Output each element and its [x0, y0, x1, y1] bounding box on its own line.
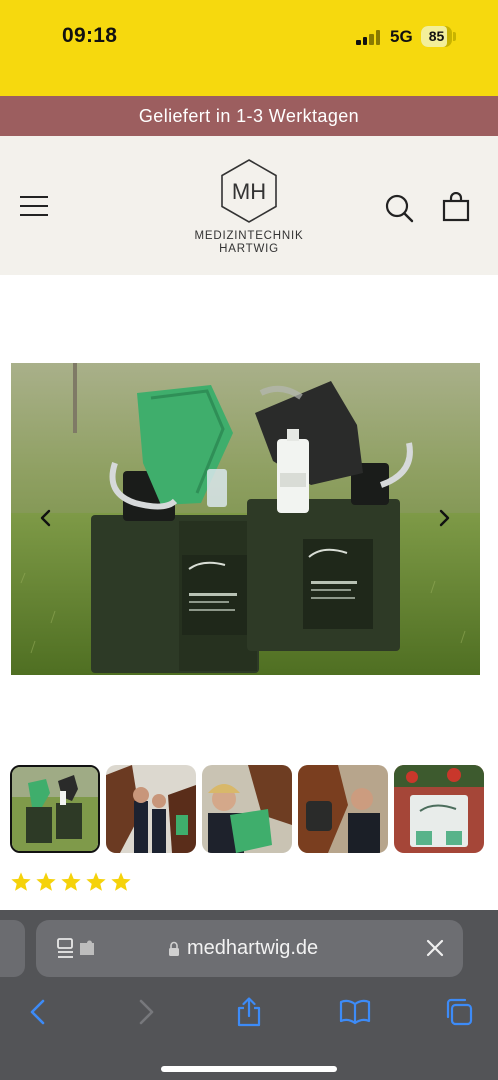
chevron-right-icon: [139, 999, 154, 1025]
thumbnail-image: [106, 765, 196, 853]
product-photo-equosonic: [11, 363, 480, 675]
lock-icon-glyph: [169, 941, 179, 956]
share-button[interactable]: [234, 997, 264, 1027]
bag-icon: [442, 191, 470, 222]
star-icon: [36, 872, 56, 891]
logo-monogram: MH: [232, 179, 266, 204]
forward-button[interactable]: [130, 997, 160, 1027]
lock-icon: [168, 941, 180, 957]
menu-icon-line: [20, 214, 48, 216]
browser-toolbar: medhartwig.de: [0, 910, 498, 1080]
thumbnail-1[interactable]: [10, 765, 100, 853]
share-icon: [237, 997, 261, 1027]
menu-icon: [20, 196, 48, 198]
url-text: medhartwig.de: [187, 937, 319, 959]
reader-mode-icon: [57, 938, 94, 958]
home-indicator: [161, 1066, 337, 1072]
bookmarks-button[interactable]: [339, 997, 371, 1027]
status-time: 09:18: [62, 24, 118, 47]
stop-loading-button[interactable]: [425, 938, 445, 958]
search-button[interactable]: [384, 193, 414, 223]
thumbnail-5[interactable]: [394, 765, 484, 853]
gallery-prev-button[interactable]: [36, 503, 56, 533]
network-label: 5G: [390, 27, 413, 46]
product-rating: [10, 871, 135, 895]
star-icon: [61, 872, 81, 891]
thumbnail-image: [298, 765, 388, 853]
chevron-right-icon: [439, 509, 450, 527]
address-bar[interactable]: medhartwig.de: [36, 920, 463, 977]
status-bar: 09:18 5G 85: [0, 0, 498, 96]
thumbnail-4[interactable]: [298, 765, 388, 853]
logo-text-line1: MEDIZINTECHNIK: [194, 230, 304, 242]
previous-tab-card[interactable]: [0, 920, 25, 977]
chevron-left-icon: [30, 999, 45, 1025]
thumbnail-2[interactable]: [106, 765, 196, 853]
battery-level: 85: [428, 28, 445, 44]
product-main-image[interactable]: [11, 363, 480, 675]
star-icon: [111, 872, 131, 891]
announcement-bar: Geliefert in 1-3 Werktagen: [0, 96, 498, 136]
star-icon: [11, 872, 31, 891]
star-icon: [86, 872, 106, 891]
tabs-button[interactable]: [444, 997, 474, 1027]
page: 09:18 5G 85 Geliefert in 1-3 Werktagen M…: [0, 0, 498, 1080]
book-icon: [339, 999, 371, 1025]
menu-icon-line: [20, 205, 48, 207]
thumbnail-3[interactable]: [202, 765, 292, 853]
logo-text-line2: HARTWIG: [219, 243, 279, 255]
cart-button[interactable]: [441, 191, 471, 222]
menu-button[interactable]: [18, 194, 50, 218]
signal-icon: [356, 29, 382, 45]
search-icon: [385, 194, 414, 223]
battery-icon: 85: [421, 26, 452, 47]
close-icon: [426, 939, 444, 957]
site-header: MH MEDIZINTECHNIK HARTWIG: [0, 136, 498, 275]
chevron-left-icon: [40, 509, 51, 527]
site-logo[interactable]: MH MEDIZINTECHNIK HARTWIG: [170, 158, 328, 258]
thumbnail-image: [202, 765, 292, 853]
thumbnail-image: [12, 767, 98, 851]
back-button[interactable]: [24, 997, 54, 1027]
page-settings-button[interactable]: [56, 937, 96, 961]
thumbnail-image: [394, 765, 484, 853]
logo-hexagon-icon: MH: [221, 159, 277, 223]
thumbnail-strip: [10, 765, 488, 853]
tabs-icon: [446, 998, 473, 1026]
battery-tip: [453, 32, 456, 41]
gallery-next-button[interactable]: [434, 503, 454, 533]
